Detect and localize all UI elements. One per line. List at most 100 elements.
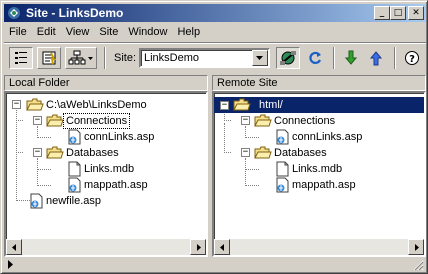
file-icon [276, 161, 289, 177]
remote-pane-header: Remote Site [212, 75, 426, 91]
menu-view[interactable]: View [61, 26, 95, 38]
scroll-left-button[interactable] [214, 239, 230, 255]
tree-item-databases[interactable]: Databases [46, 145, 121, 161]
collapse-toggle[interactable]: − [33, 148, 42, 157]
site-label: Site: [114, 52, 137, 64]
folder-open-icon [46, 114, 64, 127]
remote-tree[interactable]: − html/ − − Connections connLinks.asp Da… [212, 91, 426, 257]
site-dropdown-button[interactable] [252, 50, 268, 66]
expand-log-icon[interactable] [8, 260, 13, 269]
tree-item-connections[interactable]: Connections [46, 113, 131, 129]
tree-item-label: Databases [66, 147, 119, 159]
site-window: Site - LinksDemo _ □ ✕ File Edit View Si… [0, 0, 428, 274]
help-button[interactable]: ? [400, 47, 424, 69]
arrow-left-icon [11, 243, 16, 251]
menu-help[interactable]: Help [172, 26, 205, 38]
tree-item-mappath[interactable]: mappath.asp [276, 177, 358, 193]
site-select[interactable]: LinksDemo [139, 48, 270, 68]
collapse-toggle[interactable]: − [33, 116, 42, 125]
arrow-left-icon [219, 243, 224, 251]
asp-file-icon [30, 193, 43, 209]
file-icon [68, 161, 81, 177]
collapse-toggle[interactable]: − [12, 100, 21, 109]
minimize-icon: _ [379, 8, 385, 18]
maximize-icon: □ [393, 8, 403, 18]
tree-item-connections[interactable]: Connections [254, 113, 337, 129]
tree-item-root[interactable]: C:\aWeb\LinksDemo [26, 97, 149, 113]
minimize-button[interactable]: _ [374, 6, 390, 20]
toolbar-separator [104, 47, 106, 69]
site-select-value: LinksDemo [144, 52, 200, 64]
site-map-view-button[interactable] [37, 47, 61, 69]
asp-file-icon [68, 177, 81, 193]
connect-button[interactable] [276, 47, 300, 69]
scroll-left-button[interactable] [6, 239, 22, 255]
folder-open-icon [254, 146, 272, 159]
help-icon: ? [405, 51, 419, 65]
close-icon: ✕ [412, 8, 420, 18]
resize-grip-icon[interactable] [412, 259, 424, 271]
toolbar: Site: LinksDemo ? [4, 44, 426, 72]
refresh-icon [309, 51, 322, 65]
remote-horizontal-scrollbar[interactable] [214, 239, 424, 255]
scroll-right-button[interactable] [190, 239, 206, 255]
folder-open-icon [254, 114, 272, 127]
tree-item-label: Connections [62, 113, 131, 129]
collapse-toggle[interactable]: − [241, 148, 250, 157]
maximize-button[interactable]: □ [390, 6, 406, 20]
tree-item-label: Connections [274, 115, 336, 127]
menu-window[interactable]: Window [123, 26, 172, 38]
tree-item-html-root[interactable]: − html/ [214, 97, 424, 113]
scroll-right-button[interactable] [408, 239, 424, 255]
tree-item-label: newfile.asp [46, 195, 102, 207]
local-folder-pane: Local Folder − − − C:\aWeb\LinksDemo Con… [4, 75, 208, 257]
collapse-toggle[interactable]: − [220, 100, 229, 110]
tree-item-label: mappath.asp [292, 179, 356, 191]
tree-item-databases[interactable]: Databases [254, 145, 329, 161]
menu-site[interactable]: Site [94, 26, 123, 38]
tree-item-newfile[interactable]: newfile.asp [30, 193, 103, 209]
title-bar[interactable]: Site - LinksDemo _ □ ✕ [4, 4, 426, 22]
local-horizontal-scrollbar[interactable] [6, 239, 206, 255]
tree-item-label: connLinks.asp [84, 131, 155, 143]
refresh-button[interactable] [303, 47, 327, 69]
get-files-button[interactable] [339, 47, 363, 69]
site-map-icon [42, 51, 56, 65]
put-files-button[interactable] [364, 47, 388, 69]
menu-edit[interactable]: Edit [32, 26, 61, 38]
site-files-icon [15, 52, 27, 64]
window-title: Site - LinksDemo [26, 6, 124, 20]
connect-icon [280, 51, 296, 65]
tree-item-connlinks[interactable]: connLinks.asp [68, 129, 156, 145]
tree-item-mappath[interactable]: mappath.asp [68, 177, 150, 193]
chevron-down-icon [256, 55, 263, 60]
tree-item-label: html/ [259, 99, 283, 111]
toolbar-separator [333, 47, 335, 69]
site-hierarchy-icon [68, 50, 93, 65]
local-tree[interactable]: − − − C:\aWeb\LinksDemo Connections conn… [4, 91, 208, 257]
collapse-toggle[interactable]: − [241, 116, 250, 125]
svg-text:?: ? [409, 54, 415, 65]
tree-item-links-mdb[interactable]: Links.mdb [276, 161, 344, 177]
tree-item-links-mdb[interactable]: Links.mdb [68, 161, 136, 177]
folder-open-icon [26, 98, 44, 111]
arrow-up-icon [369, 51, 383, 66]
status-bar [4, 258, 426, 272]
tree-item-label: Links.mdb [84, 163, 135, 175]
arrow-right-icon [414, 243, 419, 251]
menu-file[interactable]: File [4, 26, 32, 38]
site-map-options-button[interactable] [65, 47, 97, 69]
asp-file-icon [276, 177, 289, 193]
toolbar-separator [394, 47, 396, 69]
arrow-right-icon [196, 243, 201, 251]
folder-open-icon [46, 146, 64, 159]
folder-open-icon [233, 98, 251, 111]
tree-item-connlinks[interactable]: connLinks.asp [276, 129, 364, 145]
site-files-view-button[interactable] [9, 47, 33, 69]
tree-item-label: C:\aWeb\LinksDemo [46, 99, 147, 111]
close-button[interactable]: ✕ [408, 6, 424, 20]
remote-site-pane: Remote Site − html/ − − Connections conn… [212, 75, 426, 257]
asp-file-icon [68, 129, 81, 145]
tree-item-label: Databases [274, 147, 327, 159]
menu-bar: File Edit View Site Window Help [4, 23, 205, 41]
